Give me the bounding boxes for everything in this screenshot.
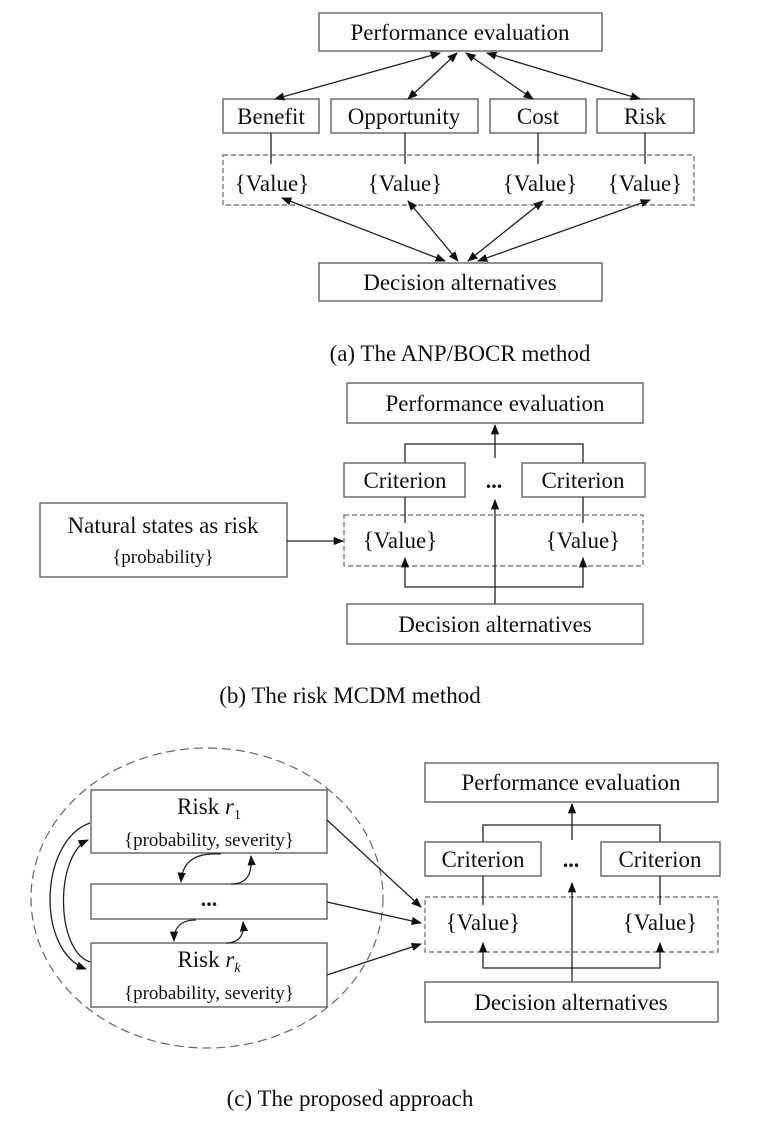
value-label: {Value} <box>363 528 437 553</box>
performance-evaluation-label: Performance evaluation <box>350 20 570 45</box>
ellipsis: ... <box>563 847 580 872</box>
value-label: {Value} <box>503 171 577 196</box>
panel-b: Performance evaluation Criterion Criteri… <box>39 382 646 708</box>
caption-b: (b) The risk MCDM method <box>219 683 481 708</box>
value-label: {Value} <box>235 171 309 196</box>
cost-label: Cost <box>517 104 560 129</box>
risk-r1-label: Risk r1 <box>177 794 241 823</box>
ellipsis: ... <box>486 468 503 493</box>
risk-rk-label: Risk rk <box>177 947 241 976</box>
bidirectional-arrows-bottom <box>281 197 651 262</box>
criterion-label: Criterion <box>363 468 447 493</box>
ellipsis: ... <box>201 886 218 911</box>
caption-a: (a) The ANP/BOCR method <box>330 341 591 366</box>
risk-label: Risk <box>624 104 667 129</box>
performance-evaluation-label: Performance evaluation <box>385 391 605 416</box>
criterion-label: Criterion <box>541 468 625 493</box>
criterion-label: Criterion <box>441 847 525 872</box>
value-label: {Value} <box>368 171 442 196</box>
value-label: {Value} <box>608 171 682 196</box>
decision-alternatives-label: Decision alternatives <box>363 270 557 295</box>
decision-alternatives-label: Decision alternatives <box>398 612 592 637</box>
criterion-label: Criterion <box>618 847 702 872</box>
risk-rk-attributes: {probability, severity} <box>124 983 294 1004</box>
panel-a: Performance evaluation Benefit Opportuni… <box>222 12 695 366</box>
caption-c: (c) The proposed approach <box>227 1086 474 1111</box>
risk-r1-attributes: {probability, severity} <box>124 830 294 851</box>
opportunity-label: Opportunity <box>348 104 461 129</box>
natural-states-label: Natural states as risk <box>68 513 259 538</box>
value-label: {Value} <box>623 910 697 935</box>
performance-evaluation-label: Performance evaluation <box>461 770 681 795</box>
panel-c: Risk r1 {probability, severity} ... Risk… <box>30 747 721 1111</box>
benefit-label: Benefit <box>237 104 305 129</box>
value-label: {Value} <box>446 910 520 935</box>
bidirectional-arrows-top <box>273 51 641 101</box>
value-label: {Value} <box>546 528 620 553</box>
diagram: Performance evaluation Benefit Opportuni… <box>30 12 721 1111</box>
probability-label: {probability} <box>112 547 214 568</box>
decision-alternatives-label: Decision alternatives <box>474 990 668 1015</box>
